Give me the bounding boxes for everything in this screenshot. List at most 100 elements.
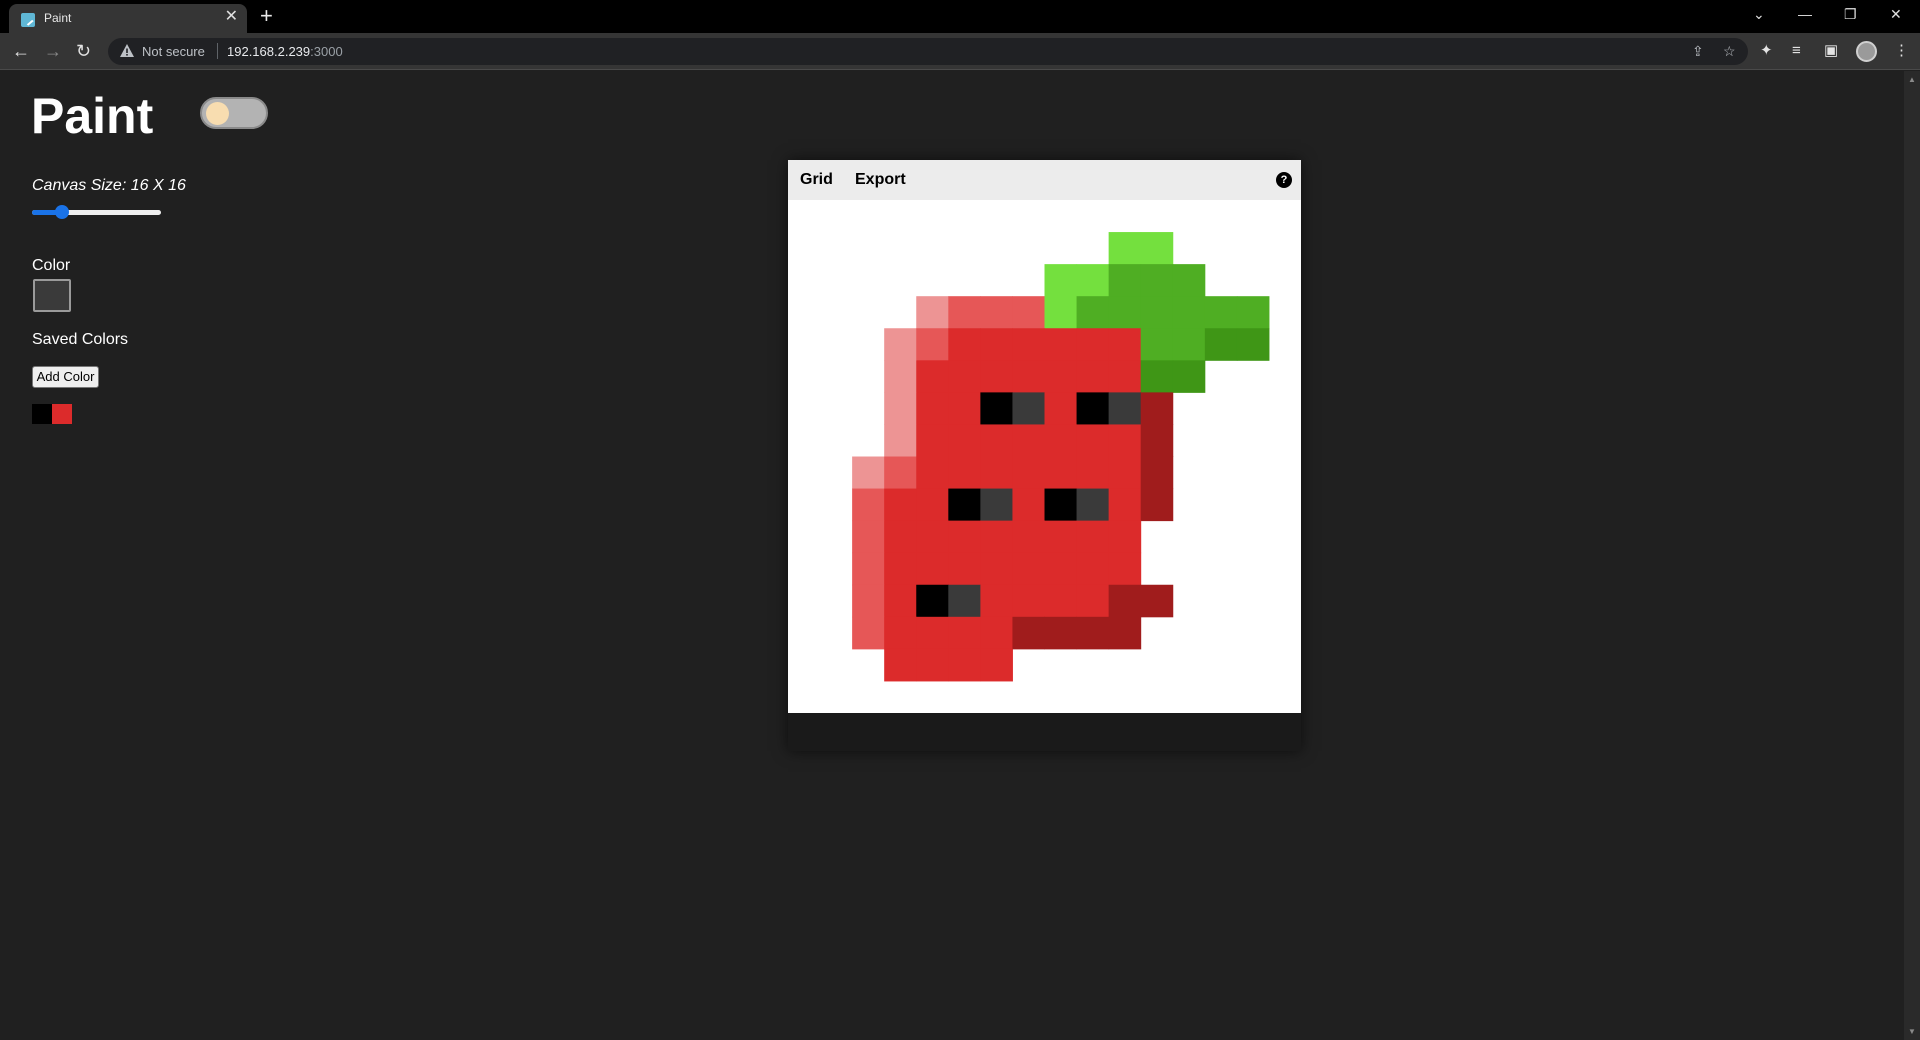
pixel[interactable] [1012, 296, 1045, 329]
pixel[interactable] [884, 648, 917, 682]
pixel[interactable] [948, 296, 981, 329]
pixel[interactable] [884, 360, 917, 393]
pixel[interactable] [1108, 328, 1142, 361]
pixel[interactable] [1044, 328, 1078, 361]
pixel[interactable] [1108, 296, 1142, 329]
back-icon[interactable]: ← [12, 41, 30, 61]
pixel[interactable] [948, 360, 981, 393]
pixel[interactable] [1044, 456, 1078, 490]
pixel[interactable] [1076, 616, 1110, 650]
pixel[interactable] [980, 488, 1013, 522]
pixel[interactable] [1172, 328, 1206, 361]
pixel[interactable] [1108, 552, 1142, 586]
pixel[interactable] [948, 584, 981, 618]
pixel[interactable] [980, 456, 1013, 490]
pixel[interactable] [884, 552, 917, 586]
pixel[interactable] [1140, 392, 1174, 425]
pixel[interactable] [1076, 424, 1110, 457]
pixel[interactable] [1012, 360, 1045, 393]
pixel[interactable] [1108, 392, 1142, 425]
pixel[interactable] [948, 648, 981, 682]
pixel[interactable] [916, 648, 949, 682]
bookmark-star-icon[interactable]: ☆ [1723, 43, 1736, 60]
pixel[interactable] [1108, 264, 1142, 297]
scroll-up-icon[interactable]: ▲ [1908, 75, 1916, 84]
forward-icon[interactable]: → [44, 41, 62, 61]
pixel[interactable] [980, 552, 1013, 586]
pixel[interactable] [1236, 296, 1270, 329]
new-tab-icon[interactable]: + [260, 2, 273, 30]
extensions-icon[interactable]: ✦ [1760, 42, 1773, 60]
pixel[interactable] [1140, 584, 1174, 618]
pixel[interactable] [1012, 456, 1045, 490]
pixel[interactable] [948, 488, 981, 522]
pixel[interactable] [1140, 488, 1174, 522]
pixel[interactable] [1108, 360, 1142, 393]
pixel[interactable] [884, 488, 917, 522]
tab-close-icon[interactable]: ✕ [225, 8, 238, 26]
pixel[interactable] [916, 328, 949, 361]
help-icon[interactable]: ? [1276, 172, 1292, 188]
pixel[interactable] [1044, 616, 1078, 650]
pixel[interactable] [1236, 328, 1270, 361]
theme-toggle[interactable] [200, 97, 268, 129]
pixel[interactable] [948, 552, 981, 586]
pixel[interactable] [1140, 360, 1174, 393]
pixel[interactable] [852, 584, 885, 618]
menu-export[interactable]: Export [855, 171, 906, 189]
pixel[interactable] [1044, 488, 1078, 522]
pixel[interactable] [1140, 296, 1174, 329]
pixel[interactable] [852, 616, 885, 650]
pixel[interactable] [1012, 584, 1045, 618]
pixel[interactable] [1172, 360, 1206, 393]
page-scrollbar[interactable]: ▲ ▼ [1904, 71, 1920, 1040]
pixel[interactable] [884, 584, 917, 618]
scroll-down-icon[interactable]: ▼ [1908, 1027, 1916, 1036]
restore-icon[interactable]: ❐ [1844, 4, 1857, 24]
pixel[interactable] [1076, 392, 1110, 425]
pixel[interactable] [916, 584, 949, 618]
pixel[interactable] [1012, 328, 1045, 361]
pixel[interactable] [852, 520, 885, 554]
pixel[interactable] [948, 328, 981, 361]
pixel[interactable] [980, 296, 1013, 329]
pixel[interactable] [980, 328, 1013, 361]
pixel[interactable] [1108, 232, 1142, 265]
pixel[interactable] [1076, 456, 1110, 490]
browser-tab[interactable]: Paint ✕ [9, 4, 247, 33]
pixel[interactable] [980, 584, 1013, 618]
pixel-canvas[interactable] [788, 200, 1301, 713]
close-window-icon[interactable]: ✕ [1890, 4, 1902, 24]
pixel[interactable] [1172, 296, 1206, 329]
pixel[interactable] [1076, 264, 1110, 297]
pixel[interactable] [980, 616, 1013, 650]
pixel[interactable] [1204, 296, 1238, 329]
pixel[interactable] [1044, 392, 1078, 425]
pixel[interactable] [884, 424, 917, 457]
pixel[interactable] [852, 552, 885, 586]
browser-menu-icon[interactable]: ⋮ [1894, 42, 1909, 60]
pixel[interactable] [916, 392, 949, 425]
pixel[interactable] [916, 296, 949, 329]
pixel[interactable] [948, 616, 981, 650]
address-bar[interactable]: Not secure 192.168.2.239:3000 ⇪ ☆ [108, 38, 1748, 65]
pixel[interactable] [980, 520, 1013, 554]
pixel[interactable] [916, 488, 949, 522]
saved-color-swatch[interactable] [32, 404, 52, 424]
pixel[interactable] [852, 488, 885, 522]
pixel[interactable] [1044, 584, 1078, 618]
pixel[interactable] [884, 616, 917, 650]
pixel[interactable] [1140, 424, 1174, 457]
reload-icon[interactable]: ↻ [76, 41, 91, 61]
pixel[interactable] [980, 360, 1013, 393]
pixel[interactable] [1012, 552, 1045, 586]
pixel[interactable] [1012, 520, 1045, 554]
pixel[interactable] [1108, 616, 1142, 650]
pixel[interactable] [1044, 264, 1078, 297]
pixel-grid[interactable] [788, 200, 1301, 713]
pixel[interactable] [1044, 360, 1078, 393]
tab-search-icon[interactable]: ⌄ [1753, 4, 1765, 24]
canvas-size-slider[interactable] [32, 205, 161, 219]
pixel[interactable] [948, 456, 981, 490]
pixel[interactable] [916, 456, 949, 490]
